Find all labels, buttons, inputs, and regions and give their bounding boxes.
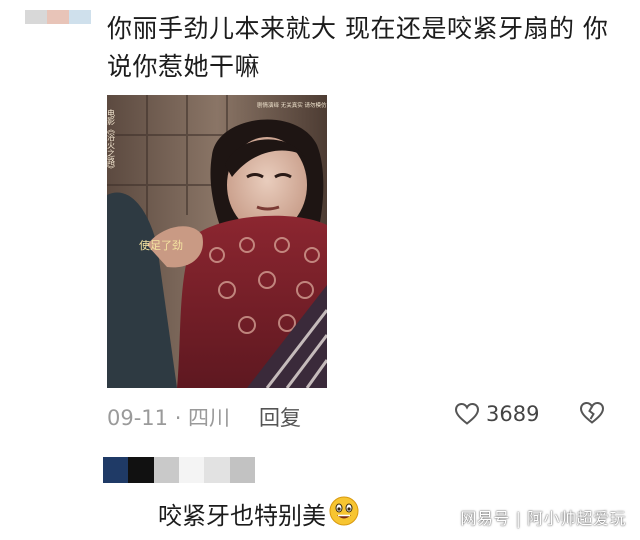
- mosaic-block: [229, 457, 255, 483]
- like-count: 3689: [486, 402, 540, 426]
- photo-overlay-corner: 剧情演绎 无关真实 请勿模仿: [257, 101, 327, 109]
- mosaic-block: [25, 10, 47, 24]
- comment-meta-row: 09-11 · 四川 回复 3689: [107, 398, 617, 430]
- comment-date-location: 09-11 · 四川: [107, 406, 231, 430]
- reply-button[interactable]: 回复: [259, 402, 301, 432]
- reply-text: 咬紧牙也特别美: [158, 501, 326, 530]
- comment-attached-photo[interactable]: 电影《浴火之路》 剧情演绎 无关真实 请勿模仿 使足了劲: [107, 95, 327, 388]
- reply-username-redacted[interactable]: [103, 457, 255, 483]
- heart-outline-icon: [454, 402, 480, 425]
- mosaic-block: [69, 10, 91, 24]
- mosaic-block: [103, 457, 129, 483]
- like-button[interactable]: 3689: [454, 398, 539, 430]
- photo-overlay-title: 电影《浴火之路》: [107, 108, 116, 173]
- source-watermark: 网易号 | 阿小帅超爱玩: [460, 509, 626, 528]
- commenter-username-redacted[interactable]: [25, 10, 91, 24]
- mosaic-block: [128, 457, 154, 483]
- photo-subtitle: 使足了劲: [139, 239, 183, 252]
- mosaic-block: [204, 457, 230, 483]
- comment-text: 你丽手劲儿本来就大 现在还是咬紧牙扇的 你说你惹她干嘛: [107, 14, 609, 81]
- dislike-button[interactable]: [579, 401, 605, 430]
- broken-heart-icon: [579, 401, 605, 424]
- mosaic-block: [178, 457, 205, 483]
- mosaic-block: [47, 10, 69, 24]
- mosaic-block: [153, 457, 179, 483]
- reply-comment: 咬紧牙也特别美: [158, 495, 360, 536]
- grinning-face-icon: [328, 495, 360, 536]
